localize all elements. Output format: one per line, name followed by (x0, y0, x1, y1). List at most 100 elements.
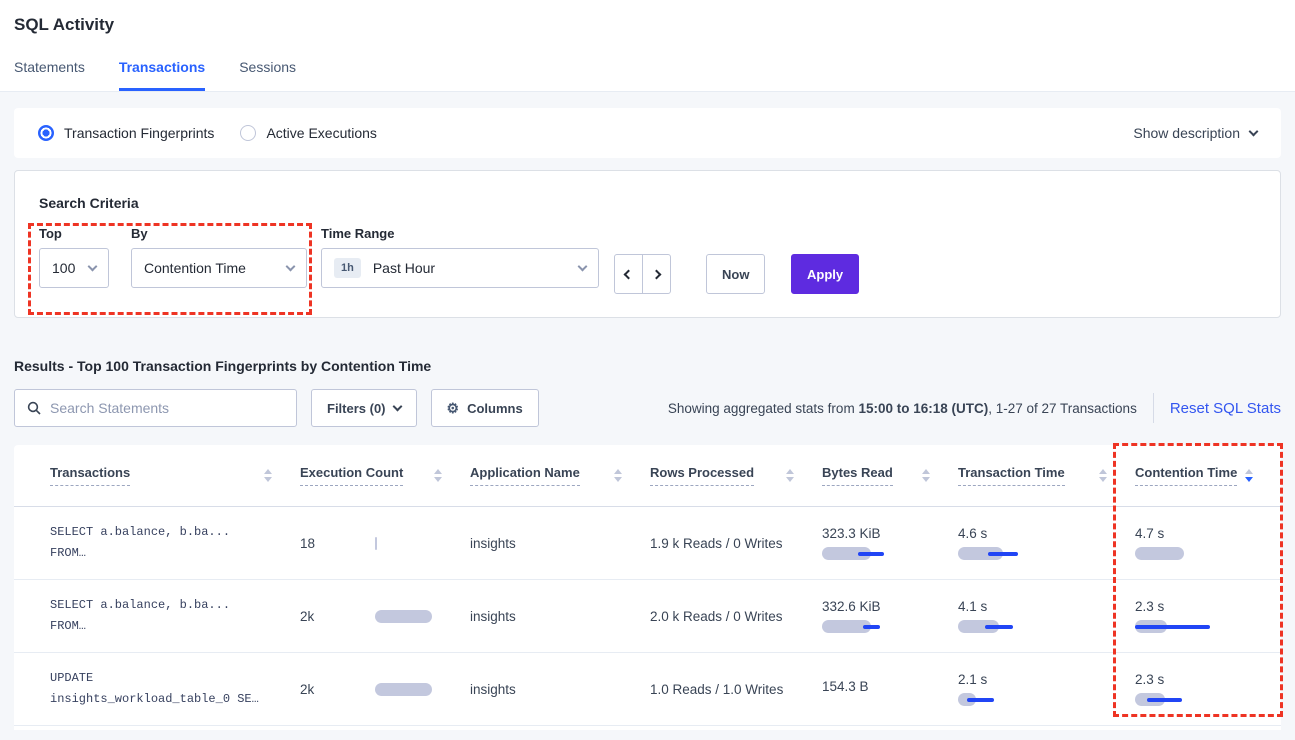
execution-count-value: 18 (300, 536, 375, 551)
execution-count-cell: 18 (300, 536, 470, 551)
sort-arrows-icon (786, 469, 794, 482)
search-icon (27, 401, 41, 415)
view-toggle-bar: Transaction Fingerprints Active Executio… (14, 108, 1281, 158)
vertical-divider (1153, 393, 1154, 423)
metric-value: 4.7 s (1135, 526, 1281, 541)
sort-arrows-icon (1245, 469, 1253, 482)
column-header-transaction-time[interactable]: Transaction Time (958, 465, 1135, 486)
metric-bar (958, 547, 1135, 560)
metric-bar (1135, 620, 1281, 633)
table-body: SELECT a.balance, b.ba...FROM…18insights… (14, 507, 1281, 726)
metric-cell: 4.7 s (1135, 526, 1281, 560)
radio-active-executions[interactable]: Active Executions (240, 125, 377, 141)
metric-bar (1135, 547, 1281, 560)
table-row: SELECT a.balance, b.ba...FROM…2k insights… (14, 580, 1281, 653)
sort-arrows-icon (264, 469, 272, 482)
tab-statements[interactable]: Statements (14, 59, 85, 91)
reset-sql-stats-link[interactable]: Reset SQL Stats (1170, 400, 1281, 417)
column-header-label: Contention Time (1135, 465, 1237, 486)
rows-processed-cell: 1.0 Reads / 1.0 Writes (650, 682, 822, 697)
aggregated-stats-text: Showing aggregated stats from 15:00 to 1… (668, 401, 1137, 416)
metric-cell: 323.3 KiB (822, 526, 958, 560)
column-header-bytes-read[interactable]: Bytes Read (822, 465, 958, 486)
apply-button[interactable]: Apply (791, 254, 859, 294)
metric-cell: 332.6 KiB (822, 599, 958, 633)
by-select[interactable]: Contention Time (131, 248, 307, 288)
metric-cell: 4.1 s (958, 599, 1135, 633)
application-name-cell: insights (470, 682, 650, 697)
search-criteria-panel: Search Criteria Top 100 By Contention Ti… (14, 170, 1281, 318)
radio-label: Active Executions (266, 125, 377, 141)
execution-count-value: 2k (300, 609, 375, 624)
table-header-row: TransactionsExecution Count Application N… (14, 445, 1281, 507)
radio-transaction-fingerprints[interactable]: Transaction Fingerprints (38, 125, 214, 141)
search-statements-input[interactable] (50, 400, 284, 416)
top-label: Top (39, 226, 109, 241)
metric-value: 332.6 KiB (822, 599, 958, 614)
metric-bar (375, 683, 432, 696)
transaction-fingerprint-link[interactable]: UPDATEinsights_workload_table_0 SE… (50, 668, 300, 710)
table-row: UPDATEinsights_workload_table_0 SE…2kins… (14, 653, 1281, 726)
time-range-badge: 1h (334, 258, 361, 278)
chevron-right-icon (652, 269, 662, 279)
show-description-toggle[interactable]: Show description (1133, 125, 1257, 141)
metric-bar (822, 620, 958, 633)
metric-bar (822, 547, 958, 560)
now-button[interactable]: Now (706, 254, 765, 294)
column-header-transactions[interactable]: Transactions (50, 465, 300, 486)
chevron-down-icon (392, 401, 402, 411)
results-heading: Results - Top 100 Transaction Fingerprin… (14, 358, 1281, 374)
metric-cell: 154.3 B (822, 679, 958, 700)
by-label: By (131, 226, 307, 241)
page-title: SQL Activity (14, 15, 1281, 35)
application-name-cell: insights (470, 536, 650, 551)
column-header-execution-count[interactable]: Execution Count (300, 465, 470, 486)
transaction-fingerprint-link[interactable]: SELECT a.balance, b.ba...FROM… (50, 595, 300, 637)
column-header-contention-time[interactable]: Contention Time (1135, 465, 1281, 486)
metric-value: 4.1 s (958, 599, 1135, 614)
by-control: By Contention Time (131, 226, 307, 288)
previous-range-button[interactable] (614, 254, 643, 294)
application-name-cell: insights (470, 609, 650, 624)
table-row: SELECT a.balance, b.ba...FROM…18 insights… (14, 507, 1281, 580)
radio-unselected-icon (240, 125, 256, 141)
next-range-button[interactable] (642, 254, 671, 294)
column-header-application-name[interactable]: Application Name (470, 465, 650, 486)
rows-processed-cell: 2.0 k Reads / 0 Writes (650, 609, 822, 624)
tab-transactions[interactable]: Transactions (119, 59, 205, 91)
page-header: SQL Activity Statements Transactions Ses… (0, 0, 1295, 92)
tab-bar: Statements Transactions Sessions (14, 59, 1281, 91)
metric-bar (958, 693, 1135, 706)
top-select[interactable]: 100 (39, 248, 109, 288)
search-criteria-heading: Search Criteria (39, 195, 139, 211)
time-range-label: Time Range (321, 226, 599, 241)
column-header-rows-processed[interactable]: Rows Processed (650, 465, 822, 486)
execution-count-cell: 2k (300, 682, 470, 697)
sort-arrows-icon (922, 469, 930, 482)
show-description-label: Show description (1133, 125, 1240, 141)
chevron-left-icon (624, 269, 634, 279)
metric-bar (1135, 693, 1281, 706)
tab-sessions[interactable]: Sessions (239, 59, 296, 91)
transaction-fingerprint-link[interactable]: SELECT a.balance, b.ba...FROM… (50, 522, 300, 564)
top-select-value: 100 (52, 260, 75, 276)
by-select-value: Contention Time (144, 260, 246, 276)
search-statements-box (14, 389, 297, 427)
results-toolbar: Filters (0) ⚙ Columns Showing aggregated… (14, 389, 1281, 427)
filters-button[interactable]: Filters (0) (311, 389, 417, 427)
time-range-select[interactable]: 1h Past Hour (321, 248, 599, 288)
metric-bar (958, 620, 1135, 633)
column-header-label: Transaction Time (958, 465, 1065, 486)
columns-button[interactable]: ⚙ Columns (431, 389, 539, 427)
chevron-down-icon (578, 261, 588, 271)
rows-processed-cell: 1.9 k Reads / 0 Writes (650, 536, 822, 551)
transactions-table: TransactionsExecution Count Application N… (14, 445, 1281, 730)
radio-label: Transaction Fingerprints (64, 125, 214, 141)
metric-bar (375, 537, 377, 550)
metric-value: 154.3 B (822, 679, 958, 694)
metric-bar (375, 610, 432, 623)
column-header-label: Execution Count (300, 465, 403, 486)
metric-cell: 2.1 s (958, 672, 1135, 706)
execution-count-cell: 2k (300, 609, 470, 624)
time-range-control: Time Range 1h Past Hour (321, 226, 599, 288)
